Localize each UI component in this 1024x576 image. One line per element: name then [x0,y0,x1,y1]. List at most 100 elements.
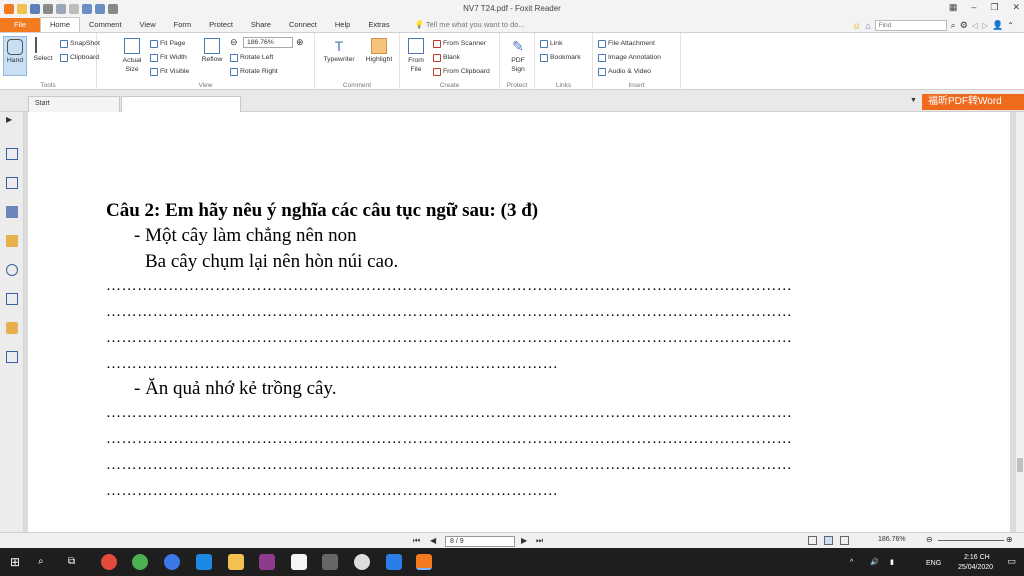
unity-icon[interactable] [354,554,370,570]
app-green-icon[interactable] [132,554,148,570]
tab-form[interactable]: Form [165,18,201,32]
file-attachment-button[interactable]: File Attachment [598,38,655,49]
fit-page-icon [150,39,158,48]
status-zoom-in-icon[interactable]: ⊕ [1006,535,1013,544]
foxit-taskbar-icon[interactable] [416,554,432,570]
attachments-icon[interactable] [6,264,18,276]
tab-help[interactable]: Help [326,18,359,32]
reflow-button[interactable]: Reflow [200,38,224,63]
image-annotation-button[interactable]: Image Annotation [598,52,661,63]
snapshot-button[interactable]: SnapShot [60,38,100,49]
bookmark-button[interactable]: Bookmark [540,52,581,63]
previous-page-icon[interactable]: ◀ [430,536,436,545]
rotate-right-button[interactable]: Rotate Right [230,66,278,77]
hand-button[interactable]: Hand [3,36,27,76]
single-page-view-icon[interactable] [808,536,817,545]
link-button[interactable]: Link [540,38,562,49]
signatures-icon[interactable] [6,293,18,305]
chrome-icon[interactable] [101,554,117,570]
minimize-icon[interactable]: – [971,2,976,13]
highlight-button[interactable]: Highlight [363,38,395,63]
restore-icon[interactable]: ❐ [990,2,998,13]
page-number-input[interactable]: 8 / 9 [445,536,515,547]
search-icon[interactable]: ⌕ [38,554,54,570]
tab-file[interactable]: File [0,18,40,32]
insert-group-label: Insert [628,82,645,89]
fit-width-button[interactable]: Fit Width [150,52,187,63]
nav-forward-icon[interactable]: ▷ [982,21,988,30]
zalo-icon[interactable] [386,554,402,570]
bookmarks-icon[interactable] [6,177,18,189]
expand-panel-icon[interactable]: ▶ [6,115,18,127]
clock-time[interactable]: 2:16 CH [964,553,990,562]
tab-current-document[interactable] [121,96,241,112]
tab-protect[interactable]: Protect [200,18,242,32]
clipboard-button[interactable]: Clipboard [60,52,99,63]
paint-icon[interactable] [291,554,307,570]
blank-button[interactable]: Blank [433,52,460,63]
status-zoom-out-icon[interactable]: ⊖ [926,535,933,544]
skin-icon[interactable]: ⌂ [865,21,870,31]
winrar-icon[interactable] [259,554,275,570]
volume-icon[interactable]: 🔊 [870,558,879,567]
pdf-to-word-promo[interactable]: 福昕PDF转Word [922,94,1024,110]
rotate-left-button[interactable]: Rotate Left [230,52,273,63]
fit-page-button[interactable]: Fit Page [150,38,185,49]
tell-me-search[interactable]: 💡 Tell me what you want to do... [415,18,525,32]
vertical-scrollbar[interactable] [1016,112,1024,532]
find-input[interactable] [874,20,947,31]
file-explorer-icon[interactable] [228,554,244,570]
pdf-sign-button[interactable]: ✎ PDF Sign [506,38,530,74]
promo-dropdown-icon[interactable]: ▼ [910,97,917,104]
tab-view[interactable]: View [131,18,165,32]
comments-icon[interactable] [6,235,18,247]
calculator-icon[interactable] [322,554,338,570]
tab-share[interactable]: Share [242,18,280,32]
edge-icon[interactable] [196,554,212,570]
tab-extras[interactable]: Extras [359,18,398,32]
task-view-icon[interactable]: ⧉ [68,554,84,570]
zoom-out-icon[interactable]: ⊖ [230,37,238,48]
network-icon[interactable]: ▮ [890,558,894,567]
ribbon-collapse-icon[interactable]: ⌃ [1007,21,1014,30]
snapshot-label: SnapShot [70,40,100,47]
page-thumbnails-icon[interactable] [6,148,18,160]
chrome-alt-icon[interactable] [164,554,180,570]
zoom-select[interactable]: 186.76% [243,37,293,48]
nav-back-icon[interactable]: ◁ [972,21,978,30]
tools-wrench-icon[interactable] [6,351,18,363]
tab-connect[interactable]: Connect [280,18,326,32]
find-icon[interactable]: ⌕ [951,20,956,31]
settings-icon[interactable]: ⚙ [960,20,968,31]
audio-video-button[interactable]: Audio & Video [598,66,651,77]
layout-icon[interactable]: ▦ [949,2,958,13]
actual-size-button[interactable]: Actual Size [121,38,143,74]
security-lock-icon[interactable] [6,322,18,334]
clock-date[interactable]: 25/04/2020 [958,563,993,572]
continuous-view-icon[interactable] [824,536,833,545]
zoom-slider[interactable] [938,540,1004,541]
feedback-icon[interactable]: ☺ [852,21,861,31]
close-icon[interactable]: ✕ [1012,2,1020,13]
fit-visible-button[interactable]: Fit Visible [150,66,189,77]
zoom-in-icon[interactable]: ⊕ [296,37,304,48]
typewriter-button[interactable]: T Typewriter [319,38,359,63]
layers-icon[interactable] [6,206,18,218]
select-button[interactable]: Select [30,37,56,62]
keyboard-lang[interactable]: ENG [926,559,941,568]
facing-view-icon[interactable] [840,536,849,545]
tray-arrow-icon[interactable]: ^ [850,558,853,567]
from-clipboard-button[interactable]: From Clipboard [433,66,490,77]
tab-comment[interactable]: Comment [80,18,131,32]
last-page-icon[interactable]: ⏭ [536,536,543,546]
scrollbar-thumb[interactable] [1017,458,1023,472]
tab-start[interactable]: Start [28,96,120,112]
windows-start-icon[interactable]: ⊞ [10,554,26,570]
notification-icon[interactable]: ▭ [1007,556,1016,567]
from-scanner-button[interactable]: From Scanner [433,38,486,49]
first-page-icon[interactable]: ⏮ [413,536,420,546]
next-page-icon[interactable]: ▶ [521,536,527,545]
from-file-button[interactable]: From File [404,38,428,74]
tab-home[interactable]: Home [40,17,81,32]
account-icon[interactable]: 👤 [992,20,1003,31]
